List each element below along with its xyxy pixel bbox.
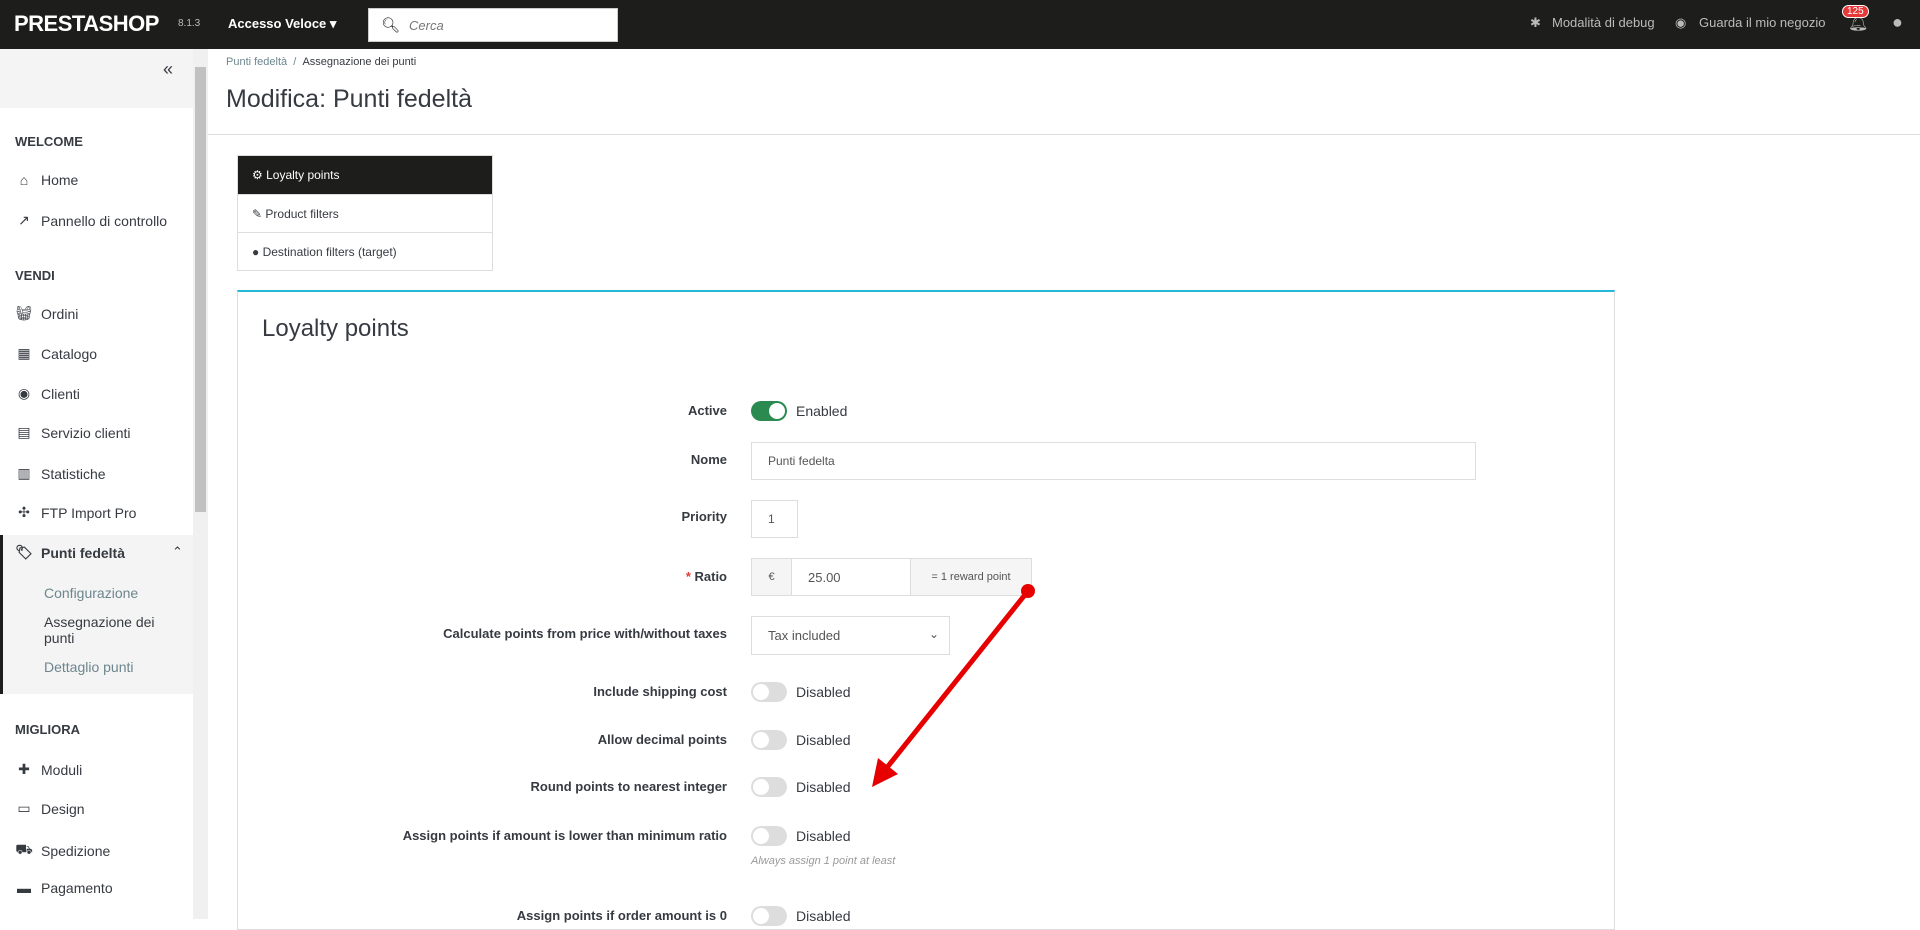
annotation-arrow	[872, 584, 1035, 787]
arrow-line	[883, 589, 1030, 772]
arrow-dot	[1021, 584, 1035, 598]
